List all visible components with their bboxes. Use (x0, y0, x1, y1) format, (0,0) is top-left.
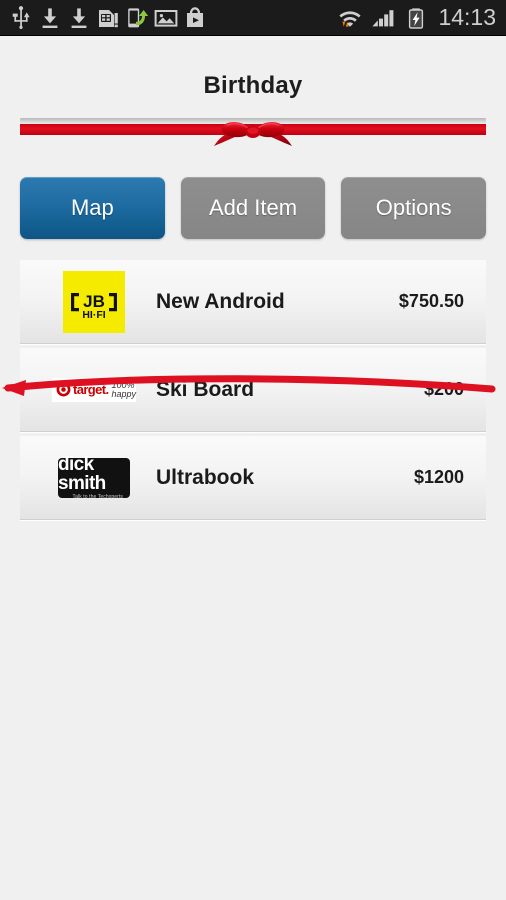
signal-icon (370, 5, 396, 31)
target-bullseye-icon (56, 382, 71, 397)
store-logo: dick smith Talk to the Techxperts (58, 450, 130, 506)
share-device-icon (124, 5, 150, 31)
status-bar[interactable]: 14:13 (0, 0, 506, 37)
download-icon (37, 5, 63, 31)
item-name: Ultrabook (156, 465, 255, 489)
usb-icon (8, 5, 34, 31)
svg-text:HI·FI: HI·FI (82, 309, 105, 321)
target-logo: target. 100% happy (51, 377, 137, 402)
app-content: Birthday Map Add Item Options JB HI·FI N… (0, 36, 506, 900)
item-price: $750.50 (398, 291, 464, 311)
page-title: Birthday (203, 72, 303, 99)
map-button[interactable]: Map (20, 177, 165, 239)
store-logo: JB HI·FI (58, 270, 130, 333)
target-wordmark: target. (72, 382, 109, 397)
item-name: New Android (156, 289, 285, 313)
table-row[interactable]: target. 100% happy Ski Board $200 (2, 348, 496, 432)
bow-icon (214, 121, 292, 146)
item-price: $1200 (413, 467, 464, 487)
table-row[interactable]: dick smith Talk to the Techxperts Ultrab… (20, 436, 486, 520)
battery-charging-icon (403, 5, 429, 31)
download-icon-2 (66, 5, 92, 31)
store-logo: target. 100% happy (51, 362, 136, 418)
gift-item-list: JB HI·FI New Android $750.50 target. 100… (2, 260, 496, 520)
play-store-icon (182, 5, 208, 31)
add-item-button[interactable]: Add Item (180, 177, 326, 239)
status-bar-clock: 14:13 (438, 4, 496, 30)
toolbar: Map Add Item Options (20, 177, 487, 239)
dicksmith-logo: dick smith Talk to the Techxperts (58, 454, 130, 500)
status-bar-notifications (0, 5, 208, 31)
sim-card-icon (95, 5, 121, 31)
dicksmith-tagline: Talk to the Techxperts (72, 494, 123, 500)
item-name: Ski Board (156, 377, 255, 401)
jbhifi-logo: JB HI·FI (63, 270, 125, 333)
ribbon-decoration (20, 114, 486, 154)
table-row[interactable]: JB HI·FI New Android $750.50 (20, 260, 486, 344)
item-price: $200 (423, 379, 464, 399)
target-slogan: 100% happy (111, 379, 137, 399)
status-bar-system-icons: 14:13 (337, 5, 506, 31)
dicksmith-wordmark: dick smith (58, 454, 106, 494)
options-button[interactable]: Options (341, 177, 487, 239)
wifi-icon (337, 5, 363, 31)
image-icon (153, 5, 179, 31)
